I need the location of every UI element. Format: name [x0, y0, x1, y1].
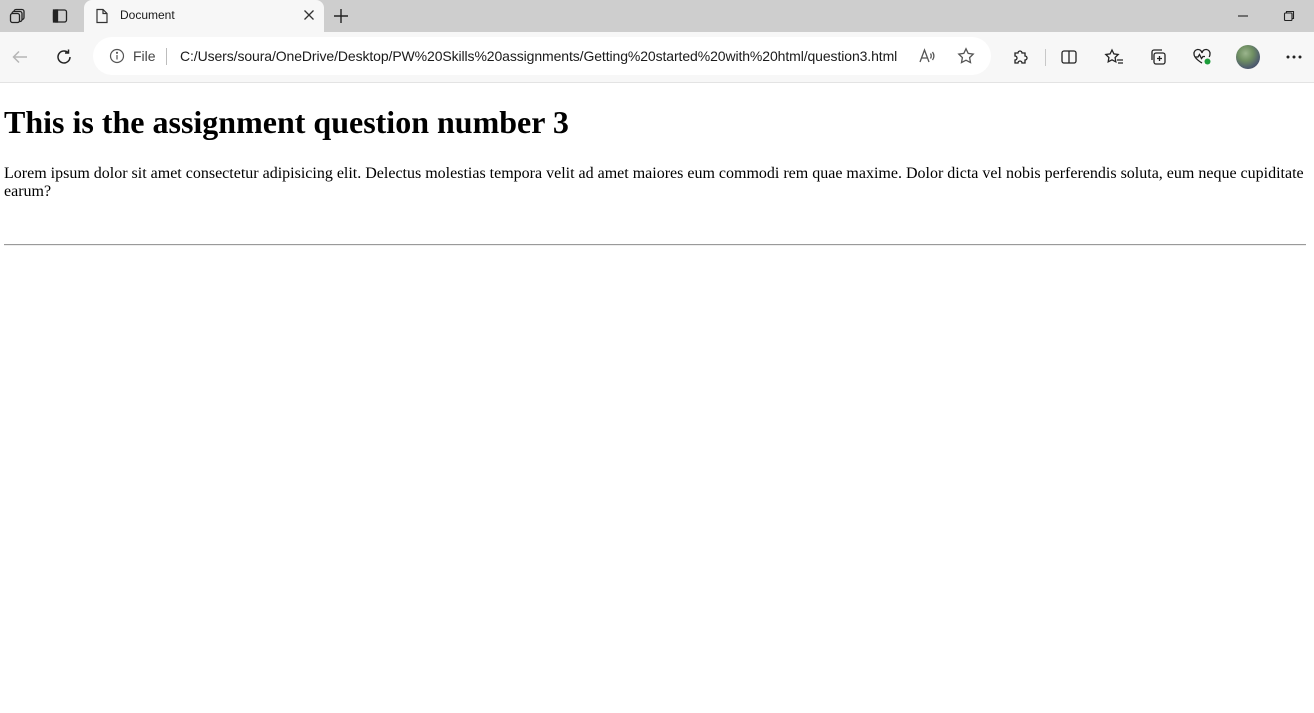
puzzle-icon[interactable]	[1009, 45, 1033, 69]
restore-icon[interactable]	[1277, 6, 1301, 26]
favorites-icon[interactable]	[1102, 45, 1126, 69]
tab-strip: Document	[0, 0, 1314, 32]
toolbar-divider	[1045, 49, 1046, 66]
page-icon	[95, 8, 109, 24]
collections-icon[interactable]	[1146, 45, 1170, 69]
read-aloud-icon[interactable]	[918, 47, 936, 65]
workspaces-icon[interactable]	[4, 4, 32, 28]
divider	[166, 48, 167, 65]
close-icon[interactable]	[303, 9, 315, 21]
browser-toolbar: File C:/Users/soura/OneDrive/Desktop/PW%…	[0, 32, 1314, 83]
page-heading: This is the assignment question number 3	[4, 104, 569, 140]
more-icon[interactable]	[1282, 45, 1306, 69]
horizontal-rule	[4, 244, 1306, 246]
heartbeat-icon[interactable]	[1190, 45, 1214, 69]
refresh-icon[interactable]	[52, 45, 76, 69]
info-icon[interactable]	[109, 48, 125, 64]
minimize-icon[interactable]	[1231, 6, 1255, 26]
tab-actions-icon[interactable]	[46, 4, 74, 28]
star-icon[interactable]	[957, 47, 975, 65]
split-screen-icon[interactable]	[1057, 45, 1081, 69]
page-paragraph: Lorem ipsum dolor sit amet consectetur a…	[4, 165, 1304, 200]
tab-document[interactable]: Document	[84, 0, 324, 32]
page-content: This is the assignment question number 3…	[4, 83, 1306, 246]
plus-icon[interactable]	[330, 5, 352, 27]
avatar[interactable]	[1236, 45, 1260, 69]
tab-title: Document	[120, 8, 175, 22]
address-bar[interactable]: File C:/Users/soura/OneDrive/Desktop/PW%…	[93, 37, 991, 75]
back-arrow-icon[interactable]	[8, 45, 32, 69]
url-text[interactable]: C:/Users/soura/OneDrive/Desktop/PW%20Ski…	[180, 48, 897, 64]
scheme-label: File	[133, 48, 156, 64]
